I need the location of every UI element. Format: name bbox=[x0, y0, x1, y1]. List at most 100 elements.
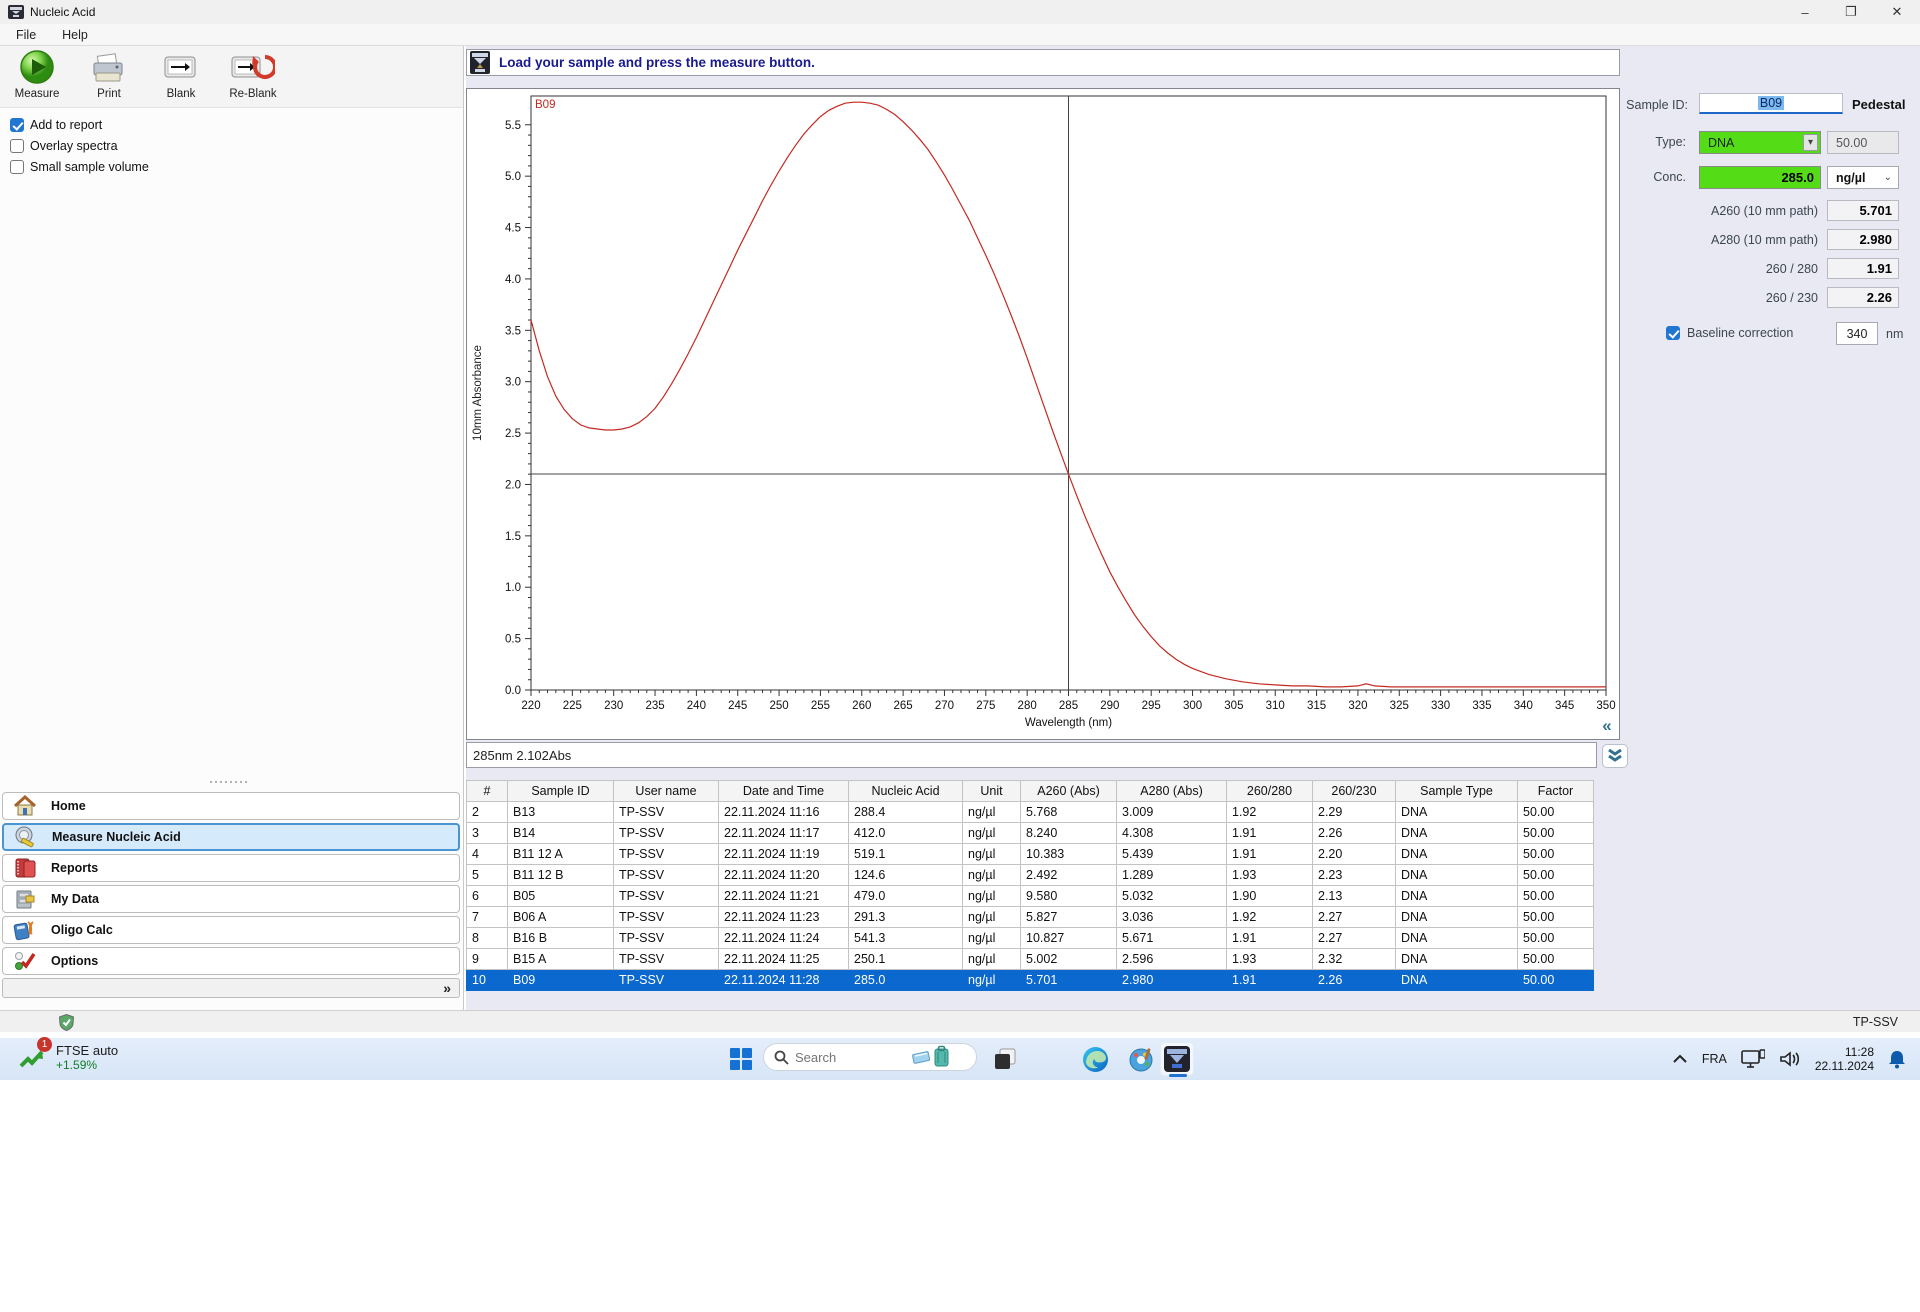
minimize-icon[interactable]: – bbox=[1782, 0, 1828, 24]
luggage-icon bbox=[934, 1048, 949, 1067]
table-cell: ng/µl bbox=[962, 843, 1021, 865]
table-cell: 519.1 bbox=[848, 843, 963, 865]
sidebar-item-measure-nucleic-acid[interactable]: Measure Nucleic Acid bbox=[2, 823, 460, 851]
print-button[interactable]: Print bbox=[80, 49, 138, 100]
search-input[interactable] bbox=[795, 1049, 905, 1065]
network-icon[interactable] bbox=[1741, 1049, 1765, 1069]
table-cell: 2.26 bbox=[1312, 822, 1396, 844]
measure-button[interactable]: Measure bbox=[8, 49, 66, 100]
reblank-button[interactable]: Re-Blank bbox=[224, 49, 282, 100]
table-row[interactable]: 10 B09 TP-SSV 22.11.2024 11:28 285.0 ng/µl 5.7… bbox=[466, 969, 1594, 991]
svg-text:3.0: 3.0 bbox=[505, 377, 521, 389]
column-header[interactable]: A280 (Abs) bbox=[1116, 780, 1227, 802]
table-cell: 22.11.2024 11:25 bbox=[718, 948, 849, 970]
clock[interactable]: 11:28 22.11.2024 bbox=[1815, 1045, 1874, 1073]
language-indicator[interactable]: FRA bbox=[1702, 1052, 1727, 1066]
table-cell: 22.11.2024 11:24 bbox=[718, 927, 849, 949]
column-header[interactable]: Date and Time bbox=[718, 780, 849, 802]
table-row[interactable]: 8 B16 B TP-SSV 22.11.2024 11:24 541.3 ng/µl 10… bbox=[466, 927, 1594, 949]
svg-text:325: 325 bbox=[1390, 700, 1409, 712]
table-cell: ng/µl bbox=[962, 864, 1021, 886]
column-header[interactable]: 260/280 bbox=[1226, 780, 1313, 802]
collapse-left-icon[interactable]: « bbox=[1594, 717, 1620, 736]
svg-text:310: 310 bbox=[1266, 700, 1285, 712]
column-header[interactable]: Factor bbox=[1517, 780, 1594, 802]
sidebar-item-reports[interactable]: Reports bbox=[2, 854, 460, 882]
taskbar-search[interactable] bbox=[763, 1043, 977, 1071]
spectrum-plot[interactable]: 220 225 230 235 240 245 250 255 260 265 270 275 280 2… bbox=[467, 89, 1619, 739]
column-header[interactable]: Sample ID bbox=[507, 780, 614, 802]
column-header[interactable]: Nucleic Acid bbox=[848, 780, 963, 802]
table-row[interactable]: 2 B13 TP-SSV 22.11.2024 11:16 288.4 ng/µl 5.76… bbox=[466, 801, 1594, 823]
table-cell: 50.00 bbox=[1517, 843, 1594, 865]
table-cell: DNA bbox=[1395, 885, 1518, 907]
reports-icon bbox=[15, 858, 36, 878]
close-icon[interactable]: ✕ bbox=[1874, 0, 1920, 24]
blank-button[interactable]: Blank bbox=[152, 49, 210, 100]
table-cell: 541.3 bbox=[848, 927, 963, 949]
table-row[interactable]: 7 B06 A TP-SSV 22.11.2024 11:23 291.3 ng/µl 5.… bbox=[466, 906, 1594, 928]
volume-icon[interactable] bbox=[1779, 1050, 1801, 1068]
edge-browser-button[interactable] bbox=[1078, 1042, 1112, 1076]
column-header[interactable]: User name bbox=[613, 780, 719, 802]
table-cell: 5.768 bbox=[1020, 801, 1117, 823]
a260-value: 5.701 bbox=[1827, 200, 1899, 221]
svg-text:225: 225 bbox=[563, 700, 582, 712]
table-row[interactable]: 4 B11 12 A TP-SSV 22.11.2024 11:19 519.1 ng/µ… bbox=[466, 843, 1594, 865]
toolbar: Measure Print Blank Re-Blank bbox=[0, 46, 463, 108]
table-cell: 412.0 bbox=[848, 822, 963, 844]
svg-text:320: 320 bbox=[1348, 700, 1367, 712]
column-header[interactable]: 260/230 bbox=[1312, 780, 1396, 802]
overlay-spectra-checkbox[interactable]: Overlay spectra bbox=[10, 138, 118, 154]
taskbar-widget[interactable]: 1 FTSE auto +1.59% bbox=[18, 1037, 119, 1072]
table-cell: 124.6 bbox=[848, 864, 963, 886]
paint-app-button[interactable] bbox=[1124, 1042, 1158, 1076]
baseline-wavelength-input[interactable]: 340 bbox=[1836, 322, 1878, 345]
table-row[interactable]: 5 B11 12 B TP-SSV 22.11.2024 11:20 124.6 ng/µ… bbox=[466, 864, 1594, 886]
table-cell: B06 A bbox=[507, 906, 614, 928]
tray-chevron-up-icon[interactable] bbox=[1672, 1053, 1688, 1065]
add-to-report-checkbox[interactable]: Add to report bbox=[10, 117, 102, 133]
measure-icon bbox=[20, 50, 54, 84]
svg-text:1.5: 1.5 bbox=[505, 531, 521, 543]
table-cell: 5.671 bbox=[1116, 927, 1227, 949]
svg-text:4.5: 4.5 bbox=[505, 223, 521, 235]
table-cell: 288.4 bbox=[848, 801, 963, 823]
sidebar-item-options[interactable]: Options bbox=[2, 947, 460, 975]
table-row[interactable]: 9 B15 A TP-SSV 22.11.2024 11:25 250.1 ng/µl 5.… bbox=[466, 948, 1594, 970]
sidebar-item-oligo-calc[interactable]: Oligo Calc bbox=[2, 916, 460, 944]
column-header[interactable]: # bbox=[466, 780, 508, 802]
start-button[interactable] bbox=[724, 1042, 758, 1076]
panel-splitter-handle[interactable] bbox=[210, 781, 254, 785]
table-row[interactable]: 6 B05 TP-SSV 22.11.2024 11:21 479.0 ng/µl 9.58… bbox=[466, 885, 1594, 907]
conc-label: Conc. bbox=[1653, 170, 1686, 184]
column-header[interactable]: A260 (Abs) bbox=[1020, 780, 1117, 802]
table-row[interactable]: 3 B14 TP-SSV 22.11.2024 11:17 412.0 ng/µl 8.24… bbox=[466, 822, 1594, 844]
column-header[interactable]: Unit bbox=[962, 780, 1021, 802]
sidebar-expand-button[interactable]: » bbox=[2, 978, 460, 998]
menu-help[interactable]: Help bbox=[62, 28, 88, 42]
svg-text:5.0: 5.0 bbox=[505, 171, 521, 183]
notification-bell-icon[interactable] bbox=[1888, 1049, 1906, 1069]
sidebar-expand-icon: » bbox=[443, 980, 451, 996]
table-cell: ng/µl bbox=[962, 801, 1021, 823]
expand-down-button[interactable] bbox=[1602, 744, 1628, 768]
menu-file[interactable]: File bbox=[16, 28, 36, 42]
pedestal-label: Pedestal bbox=[1852, 97, 1906, 112]
widget-title: FTSE auto bbox=[56, 1042, 119, 1058]
left-panel: Measure Print Blank Re-Blank Add to repo… bbox=[0, 46, 464, 1010]
small-sample-volume-checkbox[interactable]: Small sample volume bbox=[10, 159, 149, 175]
table-cell: 1.91 bbox=[1226, 843, 1313, 865]
restore-icon[interactable]: ❐ bbox=[1828, 0, 1874, 24]
svg-text:4.0: 4.0 bbox=[505, 274, 521, 286]
task-view-button[interactable] bbox=[988, 1042, 1022, 1076]
paint-icon bbox=[1129, 1047, 1152, 1071]
column-header[interactable]: Sample Type bbox=[1395, 780, 1518, 802]
sample-id-input[interactable]: B09 bbox=[1699, 93, 1843, 114]
sidebar-item-home[interactable]: Home bbox=[2, 792, 460, 820]
type-dropdown[interactable]: DNA ▾ bbox=[1699, 131, 1821, 154]
baseline-correction-checkbox[interactable]: Baseline correction bbox=[1666, 326, 1793, 340]
nucleic-acid-app-button[interactable] bbox=[1160, 1042, 1194, 1077]
sidebar-item-my-data[interactable]: My Data bbox=[2, 885, 460, 913]
conc-unit-dropdown[interactable]: ng/µl ⌄ bbox=[1827, 166, 1899, 189]
